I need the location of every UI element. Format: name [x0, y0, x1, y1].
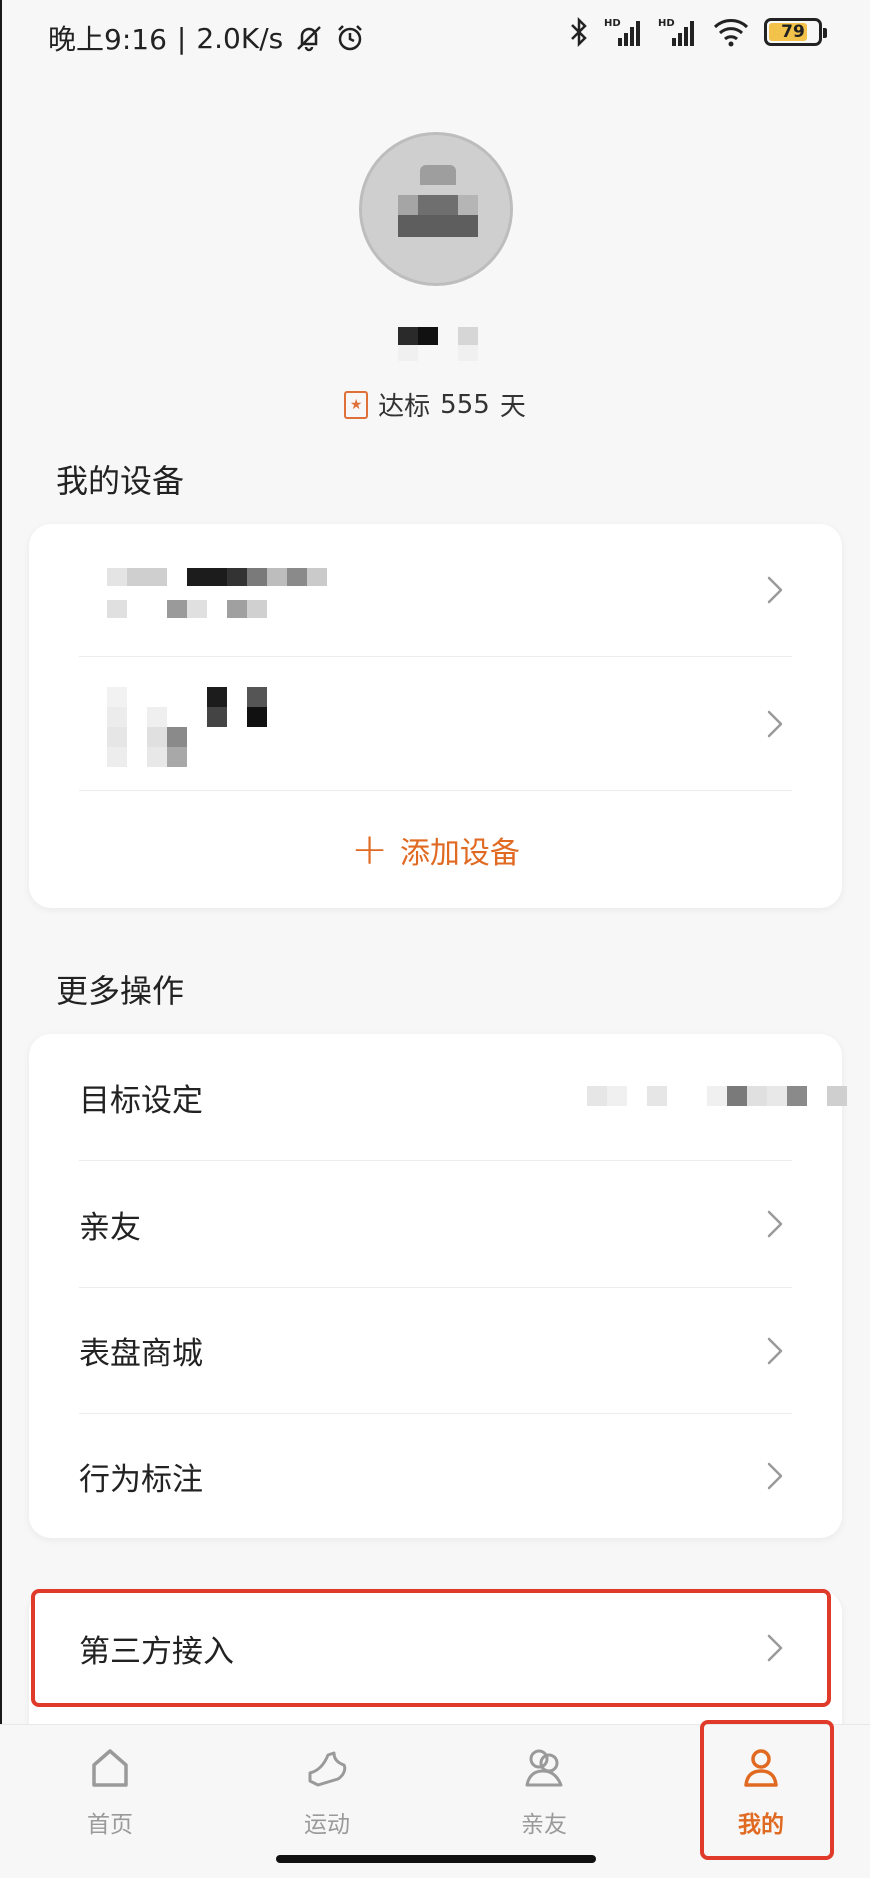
tab-home-label: 首页	[87, 1812, 133, 1838]
home-indicator	[276, 1855, 596, 1863]
devices-card: + 添加设备	[29, 524, 842, 908]
more-actions-card: 目标设定 亲友 表盘商城 行为标注	[29, 1034, 847, 1538]
menu-item-label: 行为标注	[79, 1461, 203, 1498]
add-device-label: 添加设备	[399, 835, 520, 871]
badge-star-icon: ★	[344, 390, 369, 419]
chevron-right-icon	[767, 1337, 783, 1364]
chevron-right-icon	[767, 576, 783, 604]
menu-item-goal-setting[interactable]: 目标设定	[79, 1034, 847, 1160]
battery-level: 79	[781, 22, 805, 42]
home-icon	[92, 1749, 128, 1787]
wifi-icon	[713, 19, 749, 47]
status-right: HD HD 79	[568, 16, 827, 48]
tab-friends[interactable]: 亲友	[474, 1745, 614, 1839]
device-item-1[interactable]	[79, 524, 792, 656]
signal-hd-label-2: HD	[658, 18, 675, 29]
chevron-right-icon	[767, 1462, 783, 1490]
device-name-redacted	[107, 568, 367, 624]
goal-value-redacted	[587, 1086, 847, 1106]
streak-unit: 天	[499, 392, 526, 422]
tab-friends-label: 亲友	[521, 1812, 567, 1838]
streak-days: 555	[440, 389, 490, 420]
menu-item-watchface-store[interactable]: 表盘商城	[79, 1288, 792, 1413]
streak-label: 达标	[378, 392, 431, 422]
alarm-icon	[338, 25, 363, 51]
menu-item-label: 表盘商城	[79, 1336, 203, 1372]
device-name-redacted-2	[107, 687, 287, 767]
friends-icon	[525, 1749, 563, 1787]
cell-signal-icon-2: HD	[658, 18, 694, 46]
tab-sport-label: 运动	[304, 1812, 350, 1838]
battery-icon: 79	[764, 18, 827, 46]
highlight-third-party	[31, 1589, 831, 1707]
username-redacted	[398, 327, 480, 367]
add-device-button[interactable]: + 添加设备	[29, 791, 842, 908]
signal-hd-label-1: HD	[604, 18, 621, 29]
menu-item-label: 亲友	[79, 1209, 141, 1246]
menu-item-behavior-annotation[interactable]: 行为标注	[79, 1414, 792, 1538]
menu-item-label: 目标设定	[79, 1082, 203, 1119]
avatar[interactable]	[359, 132, 513, 286]
cell-signal-icon: HD	[604, 18, 640, 46]
highlight-tab-me	[700, 1720, 834, 1860]
device-item-2[interactable]	[79, 657, 792, 790]
chevron-right-icon	[767, 710, 783, 737]
tab-home[interactable]: 首页	[40, 1745, 180, 1839]
tab-sport[interactable]: 运动	[257, 1745, 397, 1839]
status-net-speed: 2.0K/s	[196, 21, 284, 55]
menu-item-friends[interactable]: 亲友	[79, 1161, 792, 1287]
plus-icon: +	[351, 823, 388, 875]
shoe-icon	[308, 1751, 347, 1787]
window-edge	[0, 0, 2, 1878]
status-time: 晚上9:16	[48, 23, 167, 56]
status-bar: 晚上9:16 | 2.0K/s HD HD 79	[0, 0, 870, 72]
mute-bell-icon	[297, 26, 322, 52]
devices-section-title: 我的设备	[56, 462, 185, 500]
status-separator: |	[176, 21, 187, 55]
status-left: 晚上9:16 | 2.0K/s	[48, 18, 365, 58]
streak-info: ★ 达标 555 天	[0, 386, 870, 423]
chevron-right-icon	[767, 1210, 783, 1238]
more-section-title: 更多操作	[56, 972, 185, 1010]
bluetooth-icon	[571, 16, 587, 48]
